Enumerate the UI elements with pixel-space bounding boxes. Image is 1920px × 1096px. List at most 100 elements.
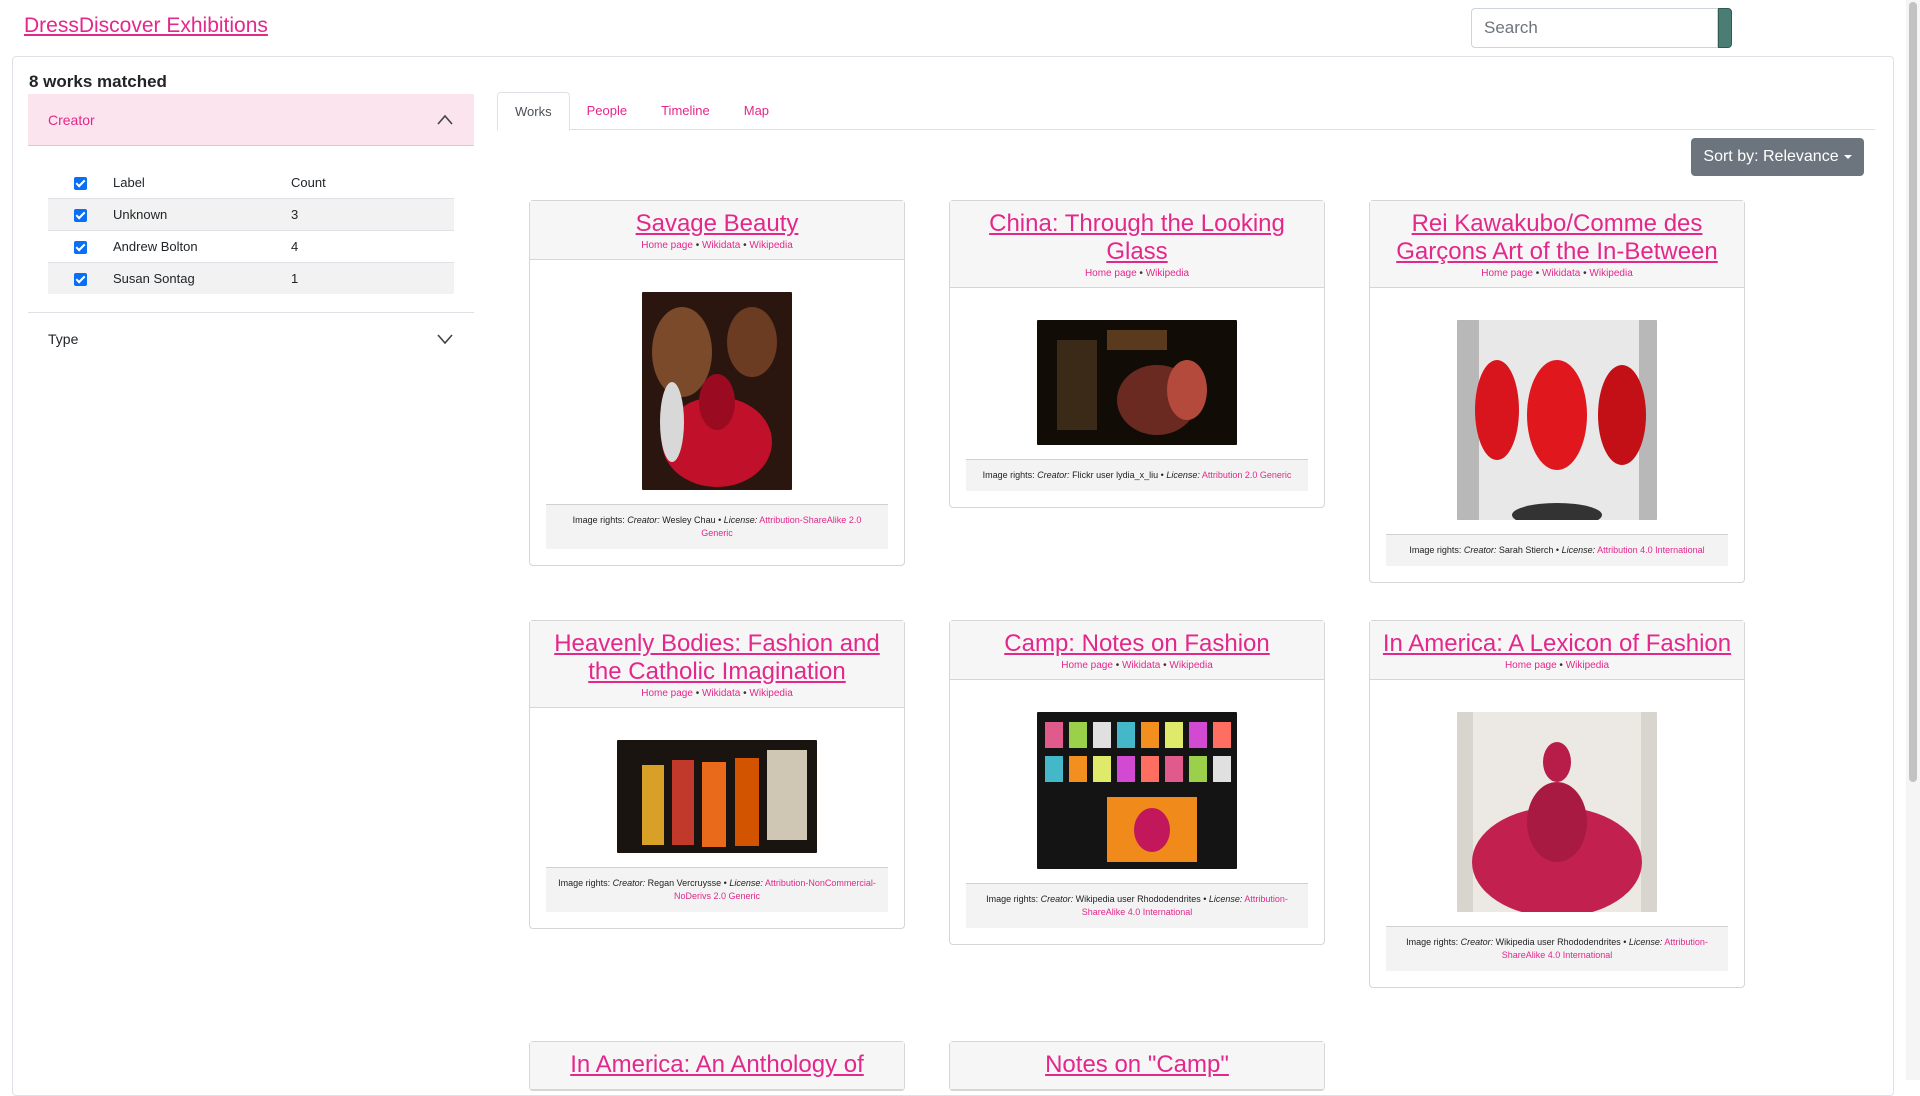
link-separator: •	[1112, 660, 1122, 671]
wikipedia-link[interactable]: Wikipedia	[1566, 660, 1609, 671]
china-photo	[1037, 320, 1237, 445]
work-links: Home page • Wikidata • Wikipedia	[1380, 268, 1734, 279]
column-header-label: Label	[113, 175, 145, 191]
facet-row[interactable]: Unknown 3	[48, 197, 454, 230]
site-brand-link[interactable]: DressDiscover Exhibitions	[24, 14, 268, 38]
work-card-header: In America: A Lexicon of Fashion Home pa…	[1370, 621, 1744, 680]
work-title-link[interactable]: In America: An Anthology of	[540, 1051, 894, 1079]
select-all-checkbox[interactable]	[73, 177, 87, 191]
work-title-link[interactable]: Notes on "Camp"	[960, 1051, 1314, 1079]
wikidata-link[interactable]: Wikidata	[1542, 268, 1580, 279]
view-tabs: Works People Timeline Map	[497, 92, 1875, 131]
home-page-link[interactable]: Home page	[1505, 660, 1557, 671]
work-card: Camp: Notes on Fashion Home page • Wikid…	[949, 620, 1325, 945]
image-rights: Image rights: Creator: Wikipedia user Rh…	[1386, 926, 1728, 971]
work-card-body: Image rights: Creator: Wikipedia user Rh…	[950, 680, 1324, 944]
home-page-link[interactable]: Home page	[1481, 268, 1533, 279]
column-header-count: Count	[291, 175, 326, 191]
work-title-link[interactable]: Camp: Notes on Fashion	[960, 630, 1314, 658]
work-title-link[interactable]: Heavenly Bodies: Fashion and the Catholi…	[540, 630, 894, 686]
link-separator: •	[1556, 660, 1566, 671]
tab-people[interactable]: People	[570, 92, 644, 130]
wikipedia-link[interactable]: Wikipedia	[749, 688, 792, 699]
work-links: Home page • Wikidata • Wikipedia	[960, 660, 1314, 671]
savage-beauty-photo	[642, 292, 792, 490]
work-card: In America: An Anthology of	[529, 1041, 905, 1091]
search-input[interactable]	[1471, 8, 1718, 48]
wikipedia-link[interactable]: Wikipedia	[749, 240, 792, 251]
work-card-header: In America: An Anthology of	[530, 1042, 904, 1090]
wikipedia-link[interactable]: Wikipedia	[1169, 660, 1212, 671]
facet-label: Unknown	[112, 197, 290, 230]
tab-map[interactable]: Map	[727, 92, 786, 130]
caret-down-icon	[1843, 155, 1852, 159]
link-separator: •	[692, 688, 702, 699]
camp-photo	[1037, 712, 1237, 869]
image-rights: Image rights: Creator: Wikipedia user Rh…	[966, 883, 1308, 928]
work-card-body: Image rights: Creator: Regan Vercruysse …	[530, 708, 904, 928]
work-card: Rei Kawakubo/Comme des Garçons Art of th…	[1369, 200, 1745, 583]
image-rights: Image rights: Creator: Regan Vercruysse …	[546, 867, 888, 912]
work-card-body: Image rights: Creator: Wesley Chau • Lic…	[530, 260, 904, 565]
work-card-body: Image rights: Creator: Sarah Stierch • L…	[1370, 288, 1744, 582]
wikidata-link[interactable]: Wikidata	[1122, 660, 1160, 671]
work-card-header: China: Through the Looking Glass Home pa…	[950, 201, 1324, 288]
type-facet-header[interactable]: Type	[28, 312, 474, 364]
work-card-body: Image rights: Creator: Flickr user lydia…	[950, 288, 1324, 507]
work-card-header: Rei Kawakubo/Comme des Garçons Art of th…	[1370, 201, 1744, 288]
chevron-down-icon	[437, 333, 453, 344]
work-links: Home page • Wikipedia	[960, 268, 1314, 279]
sort-dropdown-button[interactable]: Sort by: Relevance	[1691, 138, 1864, 176]
heavenly-bodies-photo	[617, 740, 817, 853]
results-count: 8 works matched	[29, 72, 167, 91]
home-page-link[interactable]: Home page	[641, 240, 693, 251]
wikidata-link[interactable]: Wikidata	[702, 688, 740, 699]
rei-kawakubo-photo	[1457, 320, 1657, 520]
work-card: Savage Beauty Home page • Wikidata • Wik…	[529, 200, 905, 566]
license-link[interactable]: Attribution 2.0 Generic	[1200, 470, 1292, 480]
facet-checkbox[interactable]	[73, 240, 87, 254]
work-title-link[interactable]: In America: A Lexicon of Fashion	[1380, 630, 1734, 658]
search-button[interactable]	[1718, 8, 1732, 48]
work-card-body: Image rights: Creator: Wikipedia user Rh…	[1370, 680, 1744, 987]
tab-works[interactable]: Works	[497, 92, 570, 131]
creator-facet-header[interactable]: Creator	[28, 94, 474, 146]
link-separator: •	[1532, 268, 1542, 279]
work-links: Home page • Wikidata • Wikipedia	[540, 688, 894, 699]
link-separator: •	[1136, 268, 1146, 279]
work-card-header: Camp: Notes on Fashion Home page • Wikid…	[950, 621, 1324, 680]
facet-checkbox[interactable]	[73, 272, 87, 286]
tab-timeline[interactable]: Timeline	[644, 92, 727, 130]
facet-row[interactable]: Susan Sontag 1	[48, 261, 454, 294]
facet-sidebar: 8 works matched Creator Label Count Unkn…	[28, 70, 474, 364]
page-scrollbar[interactable]	[1906, 0, 1920, 1080]
wikipedia-link[interactable]: Wikipedia	[1589, 268, 1632, 279]
wikipedia-link[interactable]: Wikipedia	[1146, 268, 1189, 279]
creator-facet-label: Creator	[48, 111, 95, 128]
chevron-up-icon	[437, 114, 453, 125]
home-page-link[interactable]: Home page	[641, 688, 693, 699]
work-card: In America: A Lexicon of Fashion Home pa…	[1369, 620, 1745, 988]
work-card-header: Heavenly Bodies: Fashion and the Catholi…	[530, 621, 904, 708]
home-page-link[interactable]: Home page	[1085, 268, 1137, 279]
work-card-header: Savage Beauty Home page • Wikidata • Wik…	[530, 201, 904, 260]
work-title-link[interactable]: China: Through the Looking Glass	[960, 210, 1314, 266]
facet-label: Andrew Bolton	[112, 229, 290, 262]
work-title-link[interactable]: Savage Beauty	[540, 210, 894, 238]
license-link[interactable]: Attribution 4.0 International	[1595, 545, 1705, 555]
facet-row[interactable]: Andrew Bolton 4	[48, 229, 454, 262]
creator-facet-table: Label Count Unknown 3 Andrew Bolton 4 Su…	[48, 168, 454, 294]
work-title-link[interactable]: Rei Kawakubo/Comme des Garçons Art of th…	[1380, 210, 1734, 266]
home-page-link[interactable]: Home page	[1061, 660, 1113, 671]
image-rights: Image rights: Creator: Sarah Stierch • L…	[1386, 534, 1728, 566]
search-form	[1471, 8, 1732, 48]
work-card-header: Notes on "Camp"	[950, 1042, 1324, 1090]
work-card: China: Through the Looking Glass Home pa…	[949, 200, 1325, 508]
scrollbar-thumb[interactable]	[1909, 2, 1917, 782]
sort-label: Sort by: Relevance	[1703, 148, 1839, 165]
facet-checkbox[interactable]	[73, 208, 87, 222]
facet-count: 3	[290, 197, 454, 230]
work-card: Heavenly Bodies: Fashion and the Catholi…	[529, 620, 905, 929]
wikidata-link[interactable]: Wikidata	[702, 240, 740, 251]
link-separator: •	[692, 240, 702, 251]
